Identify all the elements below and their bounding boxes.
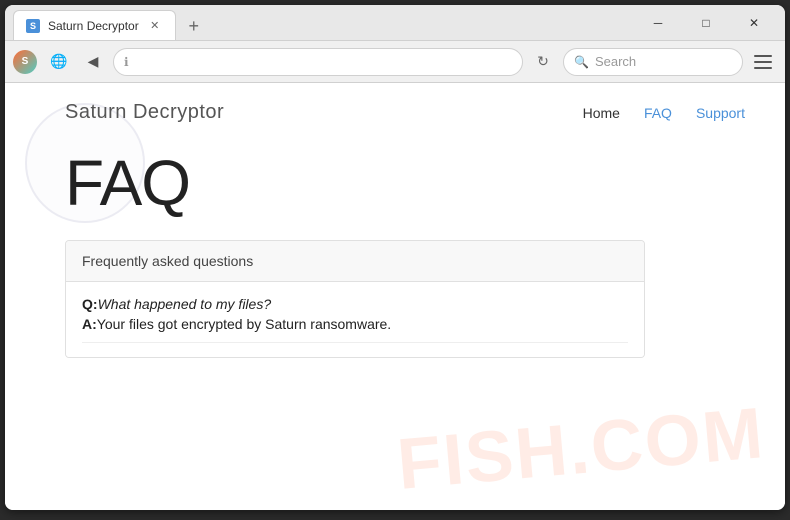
faq-answer-1: A:Your files got encrypted by Saturn ran… — [82, 316, 628, 343]
reload-button[interactable]: ↻ — [529, 48, 557, 76]
nav-bar: S 🌐 ◀ ℹ ↻ 🔍 Search — [5, 41, 785, 83]
faq-section: Frequently asked questions Q:What happen… — [65, 240, 645, 358]
globe-icon: 🌐 — [45, 48, 73, 76]
nav-support[interactable]: Support — [696, 105, 745, 121]
browser-logo: S — [13, 50, 37, 74]
question-text: What happened to my files? — [98, 296, 272, 312]
menu-line-3 — [754, 67, 772, 69]
new-tab-button[interactable]: + — [180, 12, 208, 40]
site-header: Saturn Decryptor Home FAQ Support — [5, 83, 785, 136]
menu-line-1 — [754, 55, 772, 57]
tab-close-button[interactable]: ✕ — [147, 18, 163, 34]
search-placeholder-text: Search — [595, 54, 636, 69]
maximize-button[interactable]: □ — [683, 8, 729, 38]
minimize-button[interactable]: ─ — [635, 8, 681, 38]
main-content: FAQ Frequently asked questions Q:What ha… — [5, 136, 785, 378]
title-bar: S Saturn Decryptor ✕ + ─ □ ✕ — [5, 5, 785, 41]
tab-title: Saturn Decryptor — [48, 19, 139, 33]
info-icon: ℹ — [124, 55, 129, 69]
back-button[interactable]: ◀ — [79, 48, 107, 76]
active-tab[interactable]: S Saturn Decryptor ✕ — [13, 10, 176, 40]
site-title: Saturn Decryptor — [65, 101, 583, 124]
faq-body: Q:What happened to my files? A:Your file… — [66, 282, 644, 357]
faq-section-header: Frequently asked questions — [66, 241, 644, 282]
tab-area: S Saturn Decryptor ✕ + — [13, 5, 635, 40]
search-bar[interactable]: 🔍 Search — [563, 48, 743, 76]
answer-text: Your files got encrypted by Saturn ranso… — [97, 316, 391, 332]
menu-button[interactable] — [749, 48, 777, 76]
address-bar[interactable]: ℹ — [113, 48, 523, 76]
site-nav: Home FAQ Support — [583, 105, 745, 121]
answer-label: A: — [82, 316, 97, 332]
browser-window: S Saturn Decryptor ✕ + ─ □ ✕ S 🌐 ◀ ℹ ↻ 🔍… — [5, 5, 785, 510]
nav-faq[interactable]: FAQ — [644, 105, 672, 121]
page-content: FISH.COM Saturn Decryptor Home FAQ Suppo… — [5, 83, 785, 510]
nav-home[interactable]: Home — [583, 105, 620, 121]
page-heading: FAQ — [65, 146, 745, 220]
window-controls: ─ □ ✕ — [635, 8, 777, 38]
close-button[interactable]: ✕ — [731, 8, 777, 38]
faq-question-1: Q:What happened to my files? — [82, 296, 628, 312]
question-label: Q: — [82, 296, 98, 312]
search-icon: 🔍 — [574, 55, 589, 69]
watermark: FISH.COM — [394, 392, 768, 506]
menu-line-2 — [754, 61, 772, 63]
tab-favicon: S — [26, 19, 40, 33]
